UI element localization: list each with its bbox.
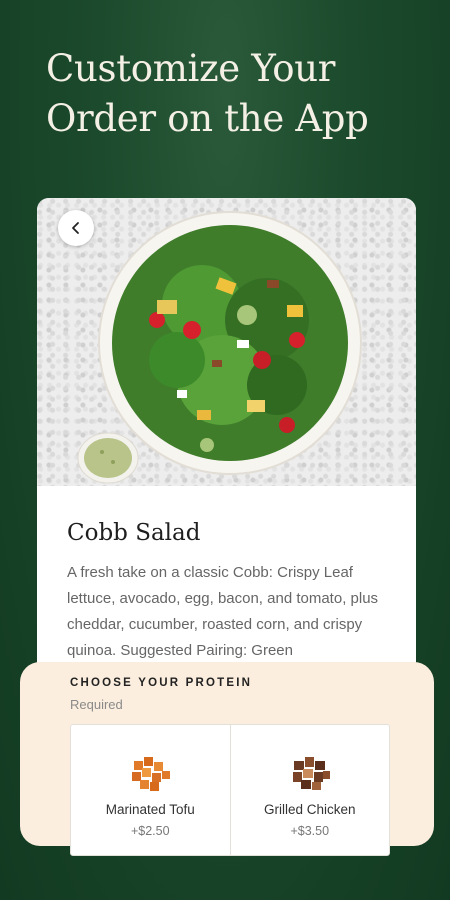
protein-selector-sheet: CHOOSE YOUR PROTEIN Required Marinated T…	[20, 662, 434, 856]
protein-option-tofu[interactable]: Marinated Tofu +$2.50	[71, 725, 230, 855]
headline-line-2: Order on the App	[46, 97, 369, 140]
required-label: Required	[70, 697, 123, 712]
product-card: Cobb Salad A fresh take on a classic Cob…	[37, 198, 416, 718]
sheet-title: CHOOSE YOUR PROTEIN	[70, 677, 253, 689]
protein-option-chicken[interactable]: Grilled Chicken +$3.50	[229, 725, 390, 855]
chicken-icon	[292, 757, 330, 790]
product-title: Cobb Salad	[67, 520, 201, 546]
option-price: +$2.50	[130, 824, 170, 838]
product-description: A fresh take on a classic Cobb: Crispy L…	[67, 564, 379, 659]
dressing-cup-image	[77, 432, 139, 484]
back-button[interactable]	[58, 210, 94, 246]
option-name: Marinated Tofu	[105, 802, 195, 817]
chevron-left-icon	[72, 222, 79, 234]
protein-options: Marinated Tofu +$2.50 Grilled Chicken +$…	[70, 724, 390, 856]
headline: Customize Your Order on the App	[46, 44, 426, 144]
option-price: +$3.50	[290, 824, 330, 838]
product-photo	[37, 198, 416, 486]
headline-line-1: Customize Your	[46, 47, 336, 90]
option-name: Grilled Chicken	[263, 802, 356, 817]
tofu-icon	[132, 757, 171, 791]
